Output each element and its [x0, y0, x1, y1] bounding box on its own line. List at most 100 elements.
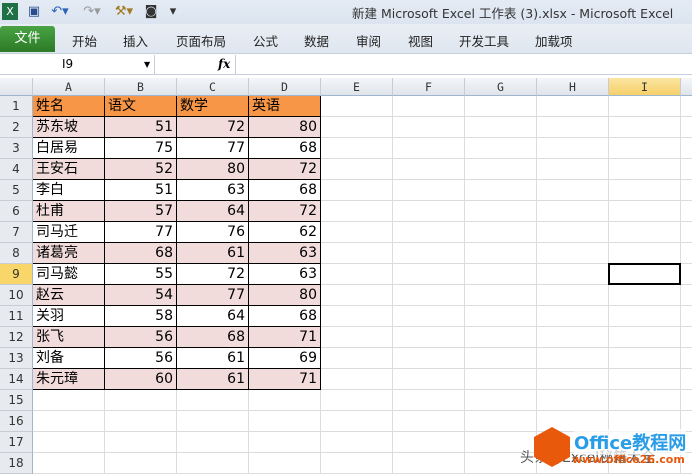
- cell[interactable]: [537, 201, 609, 222]
- header-cell[interactable]: 数学: [177, 96, 249, 117]
- cell[interactable]: [681, 180, 692, 201]
- score-cell[interactable]: 61: [177, 243, 249, 264]
- score-cell[interactable]: 63: [249, 264, 321, 285]
- score-cell[interactable]: 55: [105, 264, 177, 285]
- cell[interactable]: [393, 264, 465, 285]
- name-cell[interactable]: 诸葛亮: [33, 243, 105, 264]
- cell[interactable]: [609, 327, 681, 348]
- cell[interactable]: [393, 201, 465, 222]
- name-cell[interactable]: 司马懿: [33, 264, 105, 285]
- cell[interactable]: [465, 138, 537, 159]
- cell[interactable]: [681, 369, 692, 390]
- tab-formulas[interactable]: 公式: [253, 31, 278, 50]
- cell[interactable]: [465, 180, 537, 201]
- row-header[interactable]: 7: [0, 222, 33, 243]
- cell[interactable]: [537, 96, 609, 117]
- cell[interactable]: [681, 159, 692, 180]
- row-header[interactable]: 14: [0, 369, 33, 390]
- cell[interactable]: [465, 222, 537, 243]
- cell[interactable]: [177, 432, 249, 453]
- score-cell[interactable]: 61: [177, 369, 249, 390]
- cell[interactable]: [609, 222, 681, 243]
- row-header[interactable]: 2: [0, 117, 33, 138]
- customize-qat-icon[interactable]: ▾: [168, 3, 178, 20]
- cell[interactable]: [537, 117, 609, 138]
- cell[interactable]: [249, 390, 321, 411]
- cell[interactable]: [609, 138, 681, 159]
- cell[interactable]: [321, 348, 393, 369]
- row-header[interactable]: 1: [0, 96, 33, 117]
- cell[interactable]: [393, 369, 465, 390]
- cell[interactable]: [393, 411, 465, 432]
- cell[interactable]: [393, 390, 465, 411]
- tab-home[interactable]: 开始: [72, 31, 97, 50]
- cell[interactable]: [537, 390, 609, 411]
- score-cell[interactable]: 63: [177, 180, 249, 201]
- name-cell[interactable]: 刘备: [33, 348, 105, 369]
- header-cell[interactable]: 语文: [105, 96, 177, 117]
- cell[interactable]: [681, 285, 692, 306]
- score-cell[interactable]: 72: [177, 264, 249, 285]
- row-header[interactable]: 17: [0, 432, 33, 453]
- score-cell[interactable]: 72: [177, 117, 249, 138]
- score-cell[interactable]: 63: [249, 243, 321, 264]
- score-cell[interactable]: 77: [105, 222, 177, 243]
- cell[interactable]: [321, 264, 393, 285]
- cell[interactable]: [681, 348, 692, 369]
- score-cell[interactable]: 54: [105, 285, 177, 306]
- redo-icon[interactable]: ↷▾: [82, 3, 102, 20]
- cell[interactable]: [393, 117, 465, 138]
- row-header[interactable]: 11: [0, 306, 33, 327]
- name-cell[interactable]: 杜甫: [33, 201, 105, 222]
- cell[interactable]: [105, 390, 177, 411]
- name-cell[interactable]: 赵云: [33, 285, 105, 306]
- name-cell[interactable]: 王安石: [33, 159, 105, 180]
- row-header[interactable]: 9: [0, 264, 33, 285]
- cell[interactable]: [105, 453, 177, 474]
- score-cell[interactable]: 75: [105, 138, 177, 159]
- cell[interactable]: [249, 453, 321, 474]
- score-cell[interactable]: 76: [177, 222, 249, 243]
- name-cell[interactable]: 李白: [33, 180, 105, 201]
- cell[interactable]: [393, 327, 465, 348]
- name-box-dropdown-icon[interactable]: ▼: [144, 55, 150, 74]
- tab-review[interactable]: 审阅: [356, 31, 381, 50]
- cell[interactable]: [465, 348, 537, 369]
- score-cell[interactable]: 69: [249, 348, 321, 369]
- cell[interactable]: [537, 159, 609, 180]
- cell[interactable]: [393, 348, 465, 369]
- cell[interactable]: [465, 117, 537, 138]
- cell[interactable]: [33, 453, 105, 474]
- row-header[interactable]: 13: [0, 348, 33, 369]
- cell[interactable]: [321, 306, 393, 327]
- row-header[interactable]: 10: [0, 285, 33, 306]
- camera-icon[interactable]: ◙: [143, 3, 159, 20]
- score-cell[interactable]: 77: [177, 285, 249, 306]
- score-cell[interactable]: 51: [105, 117, 177, 138]
- cell[interactable]: [537, 222, 609, 243]
- cell[interactable]: [609, 348, 681, 369]
- name-cell[interactable]: 朱元璋: [33, 369, 105, 390]
- cell[interactable]: [177, 453, 249, 474]
- selected-cell-I9[interactable]: [608, 263, 681, 285]
- insert-function-button[interactable]: fx: [218, 55, 230, 74]
- score-cell[interactable]: 51: [105, 180, 177, 201]
- cell[interactable]: [537, 243, 609, 264]
- row-header[interactable]: 18: [0, 453, 33, 474]
- cell[interactable]: [465, 327, 537, 348]
- row-header[interactable]: 15: [0, 390, 33, 411]
- score-cell[interactable]: 68: [249, 138, 321, 159]
- name-cell[interactable]: 白居易: [33, 138, 105, 159]
- cell[interactable]: [393, 138, 465, 159]
- score-cell[interactable]: 72: [249, 159, 321, 180]
- score-cell[interactable]: 52: [105, 159, 177, 180]
- cell[interactable]: [393, 453, 465, 474]
- cell[interactable]: [681, 117, 692, 138]
- cell[interactable]: [321, 432, 393, 453]
- score-cell[interactable]: 68: [177, 327, 249, 348]
- cell[interactable]: [537, 327, 609, 348]
- cell[interactable]: [609, 117, 681, 138]
- cell[interactable]: [321, 327, 393, 348]
- cell[interactable]: [393, 432, 465, 453]
- score-cell[interactable]: 56: [105, 327, 177, 348]
